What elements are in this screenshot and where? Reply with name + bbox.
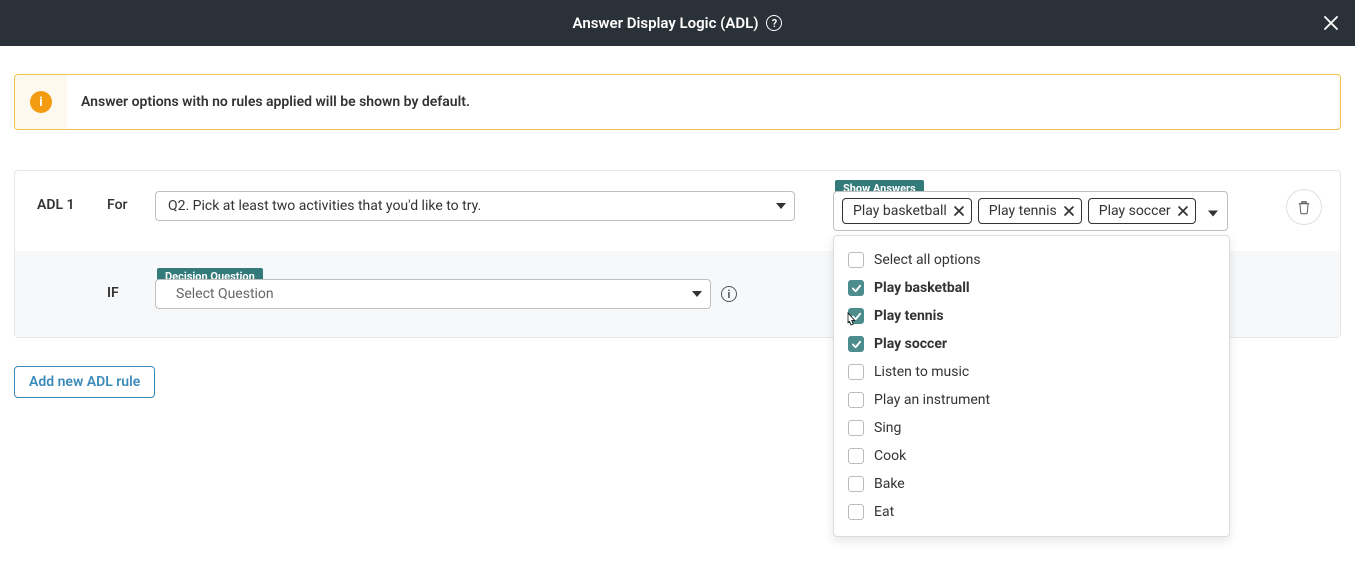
info-icon: i <box>30 91 52 113</box>
answer-option-label: Sing <box>874 420 901 436</box>
for-row: ADL 1 For Q2. Pick at least two activiti… <box>15 171 1340 251</box>
info-icon[interactable]: i <box>721 286 737 302</box>
answer-option-label: Play an instrument <box>874 392 990 408</box>
answer-option-label: Play soccer <box>874 336 947 352</box>
show-answers-input[interactable]: Play basketball Play tennis Play soccer <box>833 191 1228 231</box>
answer-option-label: Bake <box>874 476 905 492</box>
caret-down-icon <box>1208 202 1218 221</box>
if-label: IF <box>107 279 137 301</box>
checkbox[interactable] <box>848 308 864 324</box>
checkbox[interactable] <box>848 336 864 352</box>
answer-option[interactable]: Bake <box>834 470 1229 498</box>
answer-option[interactable]: Play soccer <box>834 330 1229 358</box>
modal-title: Answer Display Logic (ADL) <box>573 14 759 32</box>
for-label: For <box>107 191 137 213</box>
answer-chip-label: Play tennis <box>989 203 1057 219</box>
answer-chip-label: Play soccer <box>1099 203 1171 219</box>
answer-chip: Play tennis <box>978 198 1082 224</box>
if-select-wrap: Decision Question Select Question <box>155 279 711 309</box>
checkbox[interactable] <box>848 280 864 296</box>
help-icon[interactable]: ? <box>766 15 782 31</box>
answer-option-label: Eat <box>874 504 894 520</box>
content-area: i Answer options with no rules applied w… <box>0 46 1355 412</box>
answer-option[interactable]: Play basketball <box>834 274 1229 302</box>
caret-down-icon <box>692 291 702 297</box>
answer-option[interactable]: Play tennis <box>834 302 1229 330</box>
show-answers-block: Show Answers Play basketball Play tennis… <box>833 191 1228 231</box>
answers-dropdown-panel: Select all options Play basketball Play te… <box>833 235 1230 537</box>
checkbox[interactable] <box>848 364 864 380</box>
chip-remove-button[interactable] <box>1063 205 1075 217</box>
checkbox[interactable] <box>848 476 864 492</box>
answer-option[interactable]: Listen to music <box>834 358 1229 386</box>
answer-chip: Play soccer <box>1088 198 1196 224</box>
delete-rule-button[interactable] <box>1286 189 1322 225</box>
answer-option-label: Cook <box>874 448 906 464</box>
info-banner-text: Answer options with no rules applied wil… <box>67 75 484 129</box>
checkbox[interactable] <box>848 392 864 408</box>
answer-option-label: Select all options <box>874 252 981 268</box>
checkbox[interactable] <box>848 420 864 436</box>
add-rule-button[interactable]: Add new ADL rule <box>14 366 155 398</box>
answer-chip-label: Play basketball <box>853 203 947 219</box>
answer-option[interactable]: Eat <box>834 498 1229 526</box>
caret-down-icon <box>776 203 786 209</box>
checkbox[interactable] <box>848 504 864 520</box>
decision-question-value: Select Question <box>176 286 274 302</box>
answer-option[interactable]: Play an instrument <box>834 386 1229 414</box>
rule-name: ADL 1 <box>37 191 89 213</box>
chip-remove-button[interactable] <box>953 205 965 217</box>
trash-icon <box>1296 199 1312 215</box>
decision-question-select[interactable]: Select Question <box>155 279 711 309</box>
checkbox[interactable] <box>848 252 864 268</box>
close-icon <box>1322 14 1340 32</box>
modal-title-wrap: Answer Display Logic (ADL) ? <box>573 14 783 32</box>
for-question-select[interactable]: Q2. Pick at least two activities that yo… <box>155 191 795 221</box>
close-button[interactable] <box>1319 11 1343 35</box>
answer-option[interactable]: Sing <box>834 414 1229 442</box>
for-question-value: Q2. Pick at least two activities that yo… <box>168 198 481 214</box>
answer-option-label: Play basketball <box>874 280 970 296</box>
answer-option[interactable]: Select all options <box>834 246 1229 274</box>
info-icon-wrap: i <box>15 75 67 129</box>
answer-chip: Play basketball <box>842 198 972 224</box>
answer-option-label: Listen to music <box>874 364 969 380</box>
if-inner: Decision Question Select Question i <box>155 279 737 309</box>
for-select-wrap: Q2. Pick at least two activities that yo… <box>155 191 795 221</box>
chip-remove-button[interactable] <box>1177 205 1189 217</box>
info-banner: i Answer options with no rules applied w… <box>14 74 1341 130</box>
checkbox[interactable] <box>848 448 864 464</box>
modal-header: Answer Display Logic (ADL) ? <box>0 0 1355 46</box>
answer-option[interactable]: Cook <box>834 442 1229 470</box>
rule-card: ADL 1 For Q2. Pick at least two activiti… <box>14 170 1341 338</box>
answer-option-label: Play tennis <box>874 308 944 324</box>
